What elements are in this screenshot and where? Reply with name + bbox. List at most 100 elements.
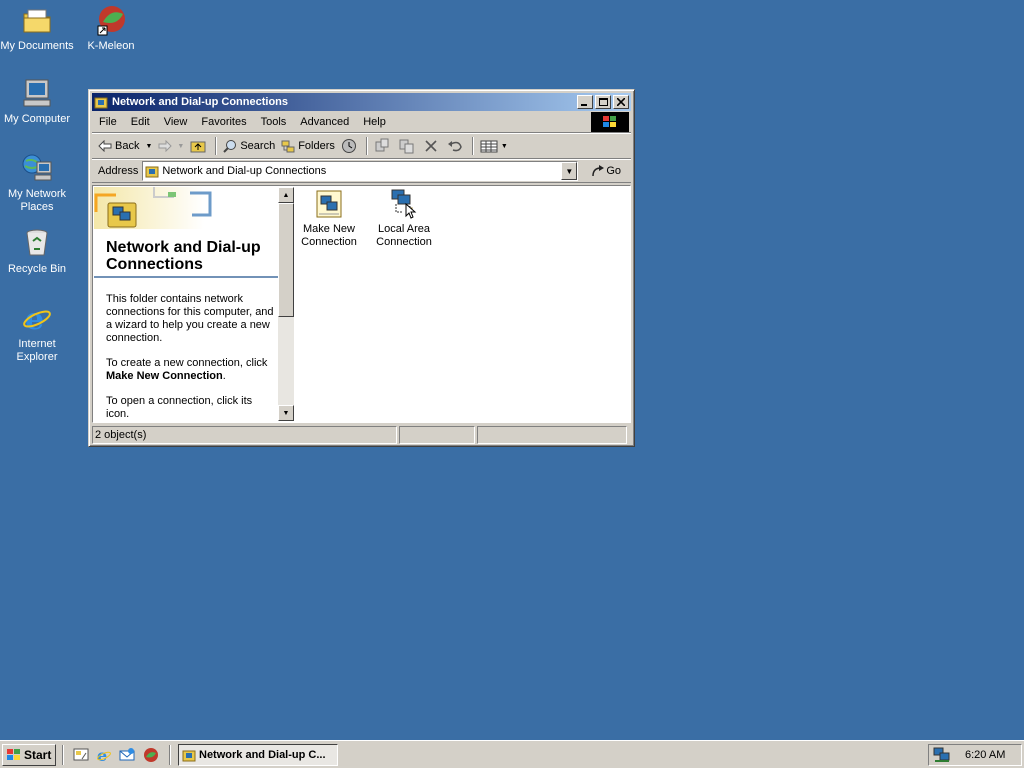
menu-advanced[interactable]: Advanced [293,116,356,128]
toolbar-separator [471,137,474,155]
taskbar-window-label: Network and Dial-up C... [199,749,326,761]
desktop-icon-k-meleon[interactable]: K-Meleon [74,4,148,53]
content-area: Network and Dial-up Connections This fol… [92,185,631,423]
internet-explorer-icon[interactable]: e [96,747,112,763]
search-icon [223,140,237,153]
go-button[interactable]: Go [590,164,621,178]
undo-button[interactable] [444,135,469,157]
menu-tools[interactable]: Tools [254,116,294,128]
windows-logo [591,112,629,132]
views-icon [480,140,498,153]
folders-label: Folders [298,140,335,152]
address-bar: Address Network and Dial-up Connections … [92,159,631,183]
close-button[interactable] [613,95,629,109]
make-new-connection-icon [313,188,345,220]
item-label: Make New Connection [301,223,357,248]
folder-icon [21,4,53,36]
desktop-icon-label: My Documents [0,40,74,52]
explorer-window: Network and Dial-up Connections File Edi… [88,89,635,447]
recycle-bin-icon [21,227,53,259]
views-button[interactable]: ▼ [477,135,511,157]
desktop-icon-my-documents[interactable]: My Documents [0,4,74,53]
taskbar-divider [62,745,64,765]
panel-paragraph: To create a new connection, click Make N… [106,357,268,382]
desktop-icon-my-network-places[interactable]: My Network Places [0,152,74,214]
back-label: Back [115,140,140,152]
local-area-connection-icon [388,188,420,220]
desktop-icon-label: K-Meleon [87,40,135,52]
status-cell [399,426,475,444]
forward-button[interactable]: ▼ [155,135,187,157]
minimize-button[interactable] [577,95,593,109]
local-area-connection-item[interactable]: Local Area Connection [369,188,439,249]
desktop-icon-label: My Computer [3,113,71,125]
search-label: Search [240,140,276,152]
desktop-icon-recycle-bin[interactable]: Recycle Bin [0,227,74,276]
taskbar: Start e Network and Dial-up C... 6:20 AM [0,740,1024,768]
back-dropdown-icon[interactable]: ▼ [145,143,152,150]
desktop-icon-internet-explorer[interactable]: e Internet Explorer [0,302,74,364]
undo-icon [447,141,462,152]
views-dropdown-icon: ▼ [500,142,508,150]
scroll-down-button[interactable]: ▼ [278,405,294,421]
forward-dropdown-icon[interactable]: ▼ [177,143,184,150]
desktop-icon-my-computer[interactable]: My Computer [0,77,74,126]
copy-to-icon [399,139,414,154]
history-icon [341,139,356,153]
copy-to-button[interactable] [396,135,421,157]
address-label: Address [98,165,139,177]
go-label: Go [606,165,622,177]
clock[interactable]: 6:20 AM [965,749,1005,761]
taskbar-window-button[interactable]: Network and Dial-up C... [178,744,338,766]
status-bar: 2 object(s) [92,426,631,444]
up-folder-icon [190,141,206,153]
back-arrow-icon [98,140,112,152]
address-value: Network and Dial-up Connections [162,165,327,177]
panel-scrollbar[interactable]: ▲ ▼ [278,187,294,421]
network-status-icon[interactable] [933,747,951,763]
address-dropdown-button[interactable]: ▼ [561,162,578,180]
delete-button[interactable] [421,135,444,157]
network-connections-icon [94,97,108,109]
system-tray: 6:20 AM [928,744,1022,766]
scroll-thumb[interactable] [278,203,294,317]
up-folder-button[interactable] [187,135,212,157]
internet-explorer-icon: e [21,302,53,337]
toolbar-separator [365,137,368,155]
network-connections-icon [145,166,159,178]
outlook-express-icon[interactable] [119,747,135,763]
menu-file[interactable]: File [92,116,124,128]
menu-help[interactable]: Help [356,116,393,128]
web-view-panel: Network and Dial-up Connections This fol… [94,187,278,421]
search-button[interactable]: Search [220,135,278,157]
desktop-icon-label: Recycle Bin [7,263,67,275]
panel-paragraph: This folder contains network connections… [106,293,274,344]
desktop-icon-label: Internet Explorer [16,338,58,363]
menu-view[interactable]: View [157,116,195,128]
delete-icon [425,140,437,152]
folders-icon [281,140,295,153]
back-button[interactable]: Back ▼ [95,135,155,157]
title-bar[interactable]: Network and Dial-up Connections [92,93,631,111]
computer-icon [21,77,53,109]
menu-favorites[interactable]: Favorites [194,116,253,128]
menu-bar: File Edit View Favorites Tools Advanced … [92,111,631,133]
network-connections-icon [182,750,196,762]
panel-title: Network and Dial-up Connections [106,239,261,273]
move-to-button[interactable] [371,135,396,157]
make-new-connection-link[interactable]: Make New Connection [106,370,223,382]
maximize-button[interactable] [595,95,611,109]
history-button[interactable] [338,135,363,157]
scroll-up-button[interactable]: ▲ [278,187,294,203]
start-button[interactable]: Start [2,744,56,766]
k-meleon-icon[interactable] [143,747,159,763]
move-to-icon [375,138,389,152]
panel-description: This folder contains network connections… [106,293,278,421]
taskbar-divider [169,745,171,765]
menu-edit[interactable]: Edit [124,116,157,128]
show-desktop-icon[interactable] [73,747,89,763]
folders-button[interactable]: Folders [278,135,338,157]
address-input[interactable]: Network and Dial-up Connections ▼ [142,161,579,181]
make-new-connection-item[interactable]: Make New Connection [294,188,364,249]
item-label: Local Area Connection [376,223,432,248]
